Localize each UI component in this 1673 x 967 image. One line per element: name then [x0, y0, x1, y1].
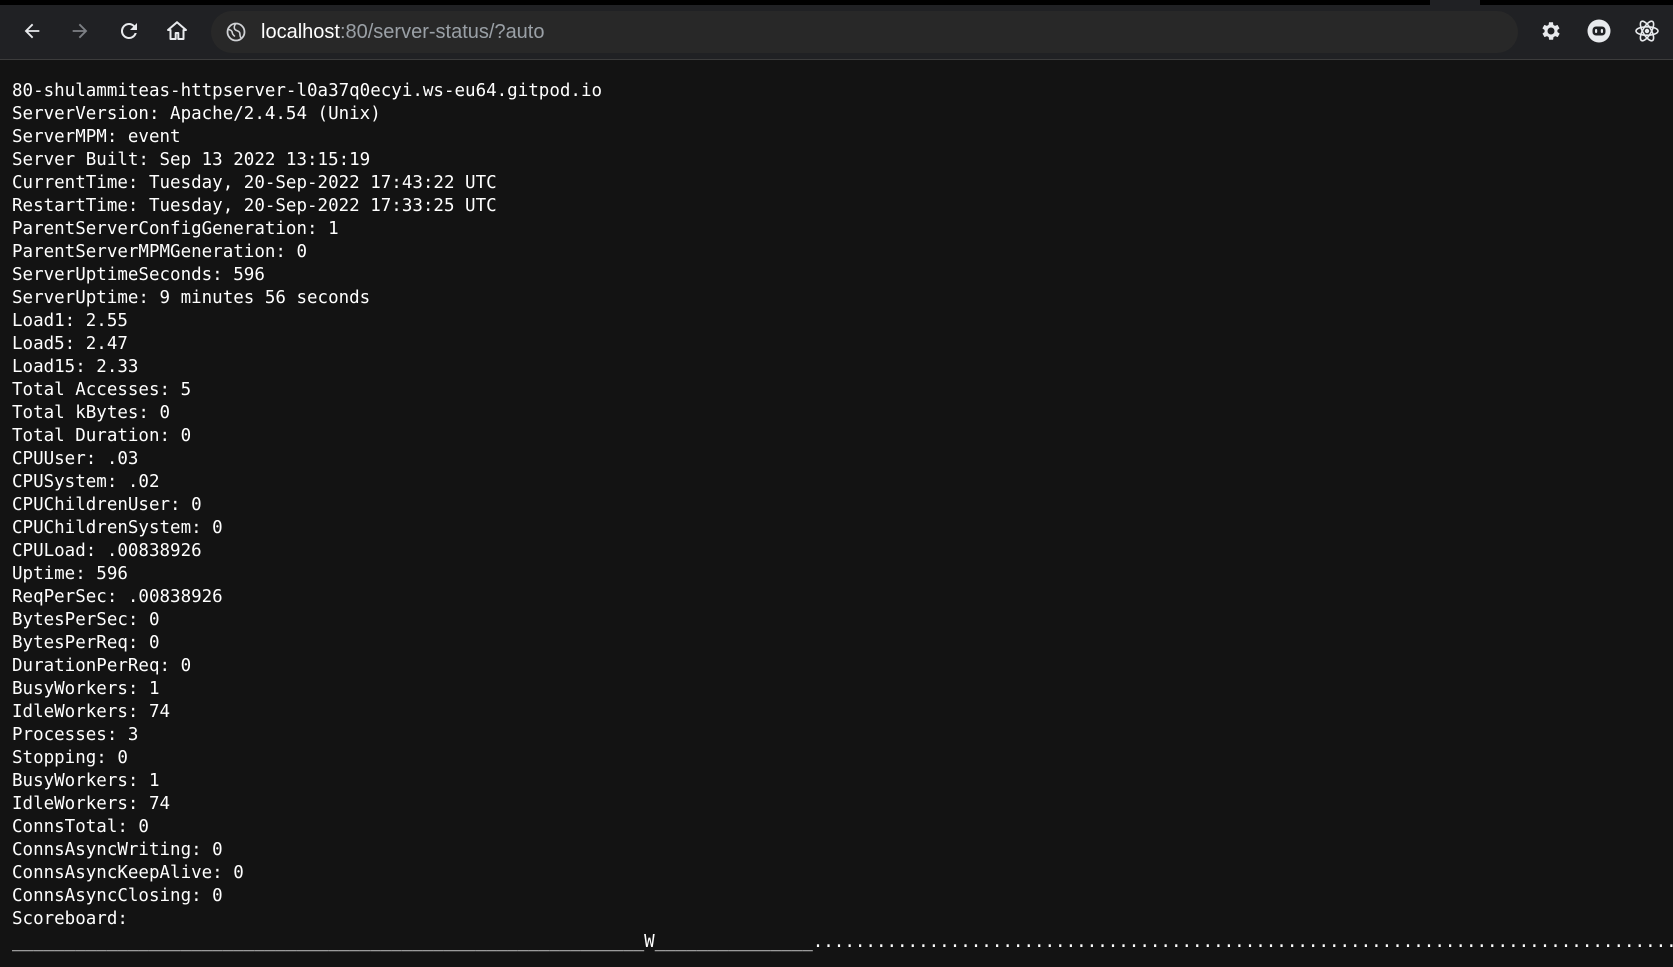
status-line: ParentServerConfigGeneration: 1 — [12, 219, 339, 239]
status-line: ConnsAsyncClosing: 0 — [12, 886, 223, 906]
status-line: IdleWorkers: 74 — [12, 702, 171, 722]
status-line: 80-shulammiteas-httpserver-l0a37q0ecyi.w… — [12, 81, 603, 101]
tab-strip-edge — [0, 0, 1430, 5]
status-line: Load5: 2.47 — [12, 334, 128, 354]
site-info-icon[interactable] — [226, 22, 246, 42]
status-line: Load1: 2.55 — [12, 311, 128, 331]
status-line: ConnsAsyncKeepAlive: 0 — [12, 863, 244, 883]
server-status-output: 80-shulammiteas-httpserver-l0a37q0ecyi.w… — [12, 80, 1673, 954]
back-button[interactable] — [15, 14, 49, 48]
status-line: ServerMPM: event — [12, 127, 181, 147]
url-host: localhost — [261, 21, 340, 43]
extension-copilot-button[interactable] — [1584, 16, 1614, 46]
status-line: CPUUser: .03 — [12, 449, 139, 469]
status-line: BytesPerReq: 0 — [12, 633, 160, 653]
status-line: Load15: 2.33 — [12, 357, 139, 377]
status-line: ConnsTotal: 0 — [12, 817, 149, 837]
address-bar[interactable]: localhost:80/server-status/?auto — [211, 11, 1518, 53]
status-line: CPULoad: .00838926 — [12, 541, 202, 561]
reload-icon — [120, 22, 137, 39]
status-line: ConnsAsyncWriting: 0 — [12, 840, 223, 860]
status-line: BusyWorkers: 1 — [12, 771, 160, 791]
url-path: :80/server-status/?auto — [339, 21, 545, 43]
status-line: ServerUptimeSeconds: 596 — [12, 265, 265, 285]
react-icon — [1635, 20, 1659, 42]
browser-toolbar: localhost:80/server-status/?auto — [0, 0, 1673, 60]
status-line: ParentServerMPMGeneration: 0 — [12, 242, 308, 262]
status-line: CurrentTime: Tuesday, 20-Sep-2022 17:43:… — [12, 173, 497, 193]
status-line: DurationPerReq: 0 — [12, 656, 192, 676]
status-line: BytesPerSec: 0 — [12, 610, 160, 630]
url-text[interactable]: localhost:80/server-status/?auto — [261, 11, 545, 53]
github-copilot-icon — [1587, 19, 1611, 43]
arrow-left-icon — [24, 23, 40, 39]
status-line: ServerUptime: 9 minutes 56 seconds — [12, 288, 371, 308]
status-line: Total Accesses: 5 — [12, 380, 192, 400]
scoreboard-value: ________________________________________… — [12, 932, 1673, 952]
status-line: Processes: 3 — [12, 725, 139, 745]
status-line: BusyWorkers: 1 — [12, 679, 160, 699]
status-line: Server Built: Sep 13 2022 13:15:19 — [12, 150, 371, 170]
gear-icon — [1542, 22, 1560, 40]
home-button[interactable] — [160, 14, 194, 48]
tab-strip-edge-right — [1480, 0, 1673, 5]
extension-react-devtools-button[interactable] — [1632, 16, 1662, 46]
extension-settings-button[interactable] — [1536, 16, 1566, 46]
status-line: Uptime: 596 — [12, 564, 128, 584]
status-line: CPUChildrenSystem: 0 — [12, 518, 223, 538]
status-line: ReqPerSec: .00838926 — [12, 587, 223, 607]
forward-button[interactable] — [63, 14, 97, 48]
reload-button[interactable] — [112, 14, 146, 48]
home-icon — [167, 21, 187, 40]
status-line: Stopping: 0 — [12, 748, 128, 768]
status-line: RestartTime: Tuesday, 20-Sep-2022 17:33:… — [12, 196, 497, 216]
status-line: Total kBytes: 0 — [12, 403, 171, 423]
status-line: Total Duration: 0 — [12, 426, 192, 446]
status-line: IdleWorkers: 74 — [12, 794, 171, 814]
arrow-right-icon — [72, 23, 88, 39]
status-line: ServerVersion: Apache/2.4.54 (Unix) — [12, 104, 381, 124]
status-line: CPUSystem: .02 — [12, 472, 160, 492]
status-line: CPUChildrenUser: 0 — [12, 495, 202, 515]
status-line: Scoreboard: — [12, 909, 128, 929]
